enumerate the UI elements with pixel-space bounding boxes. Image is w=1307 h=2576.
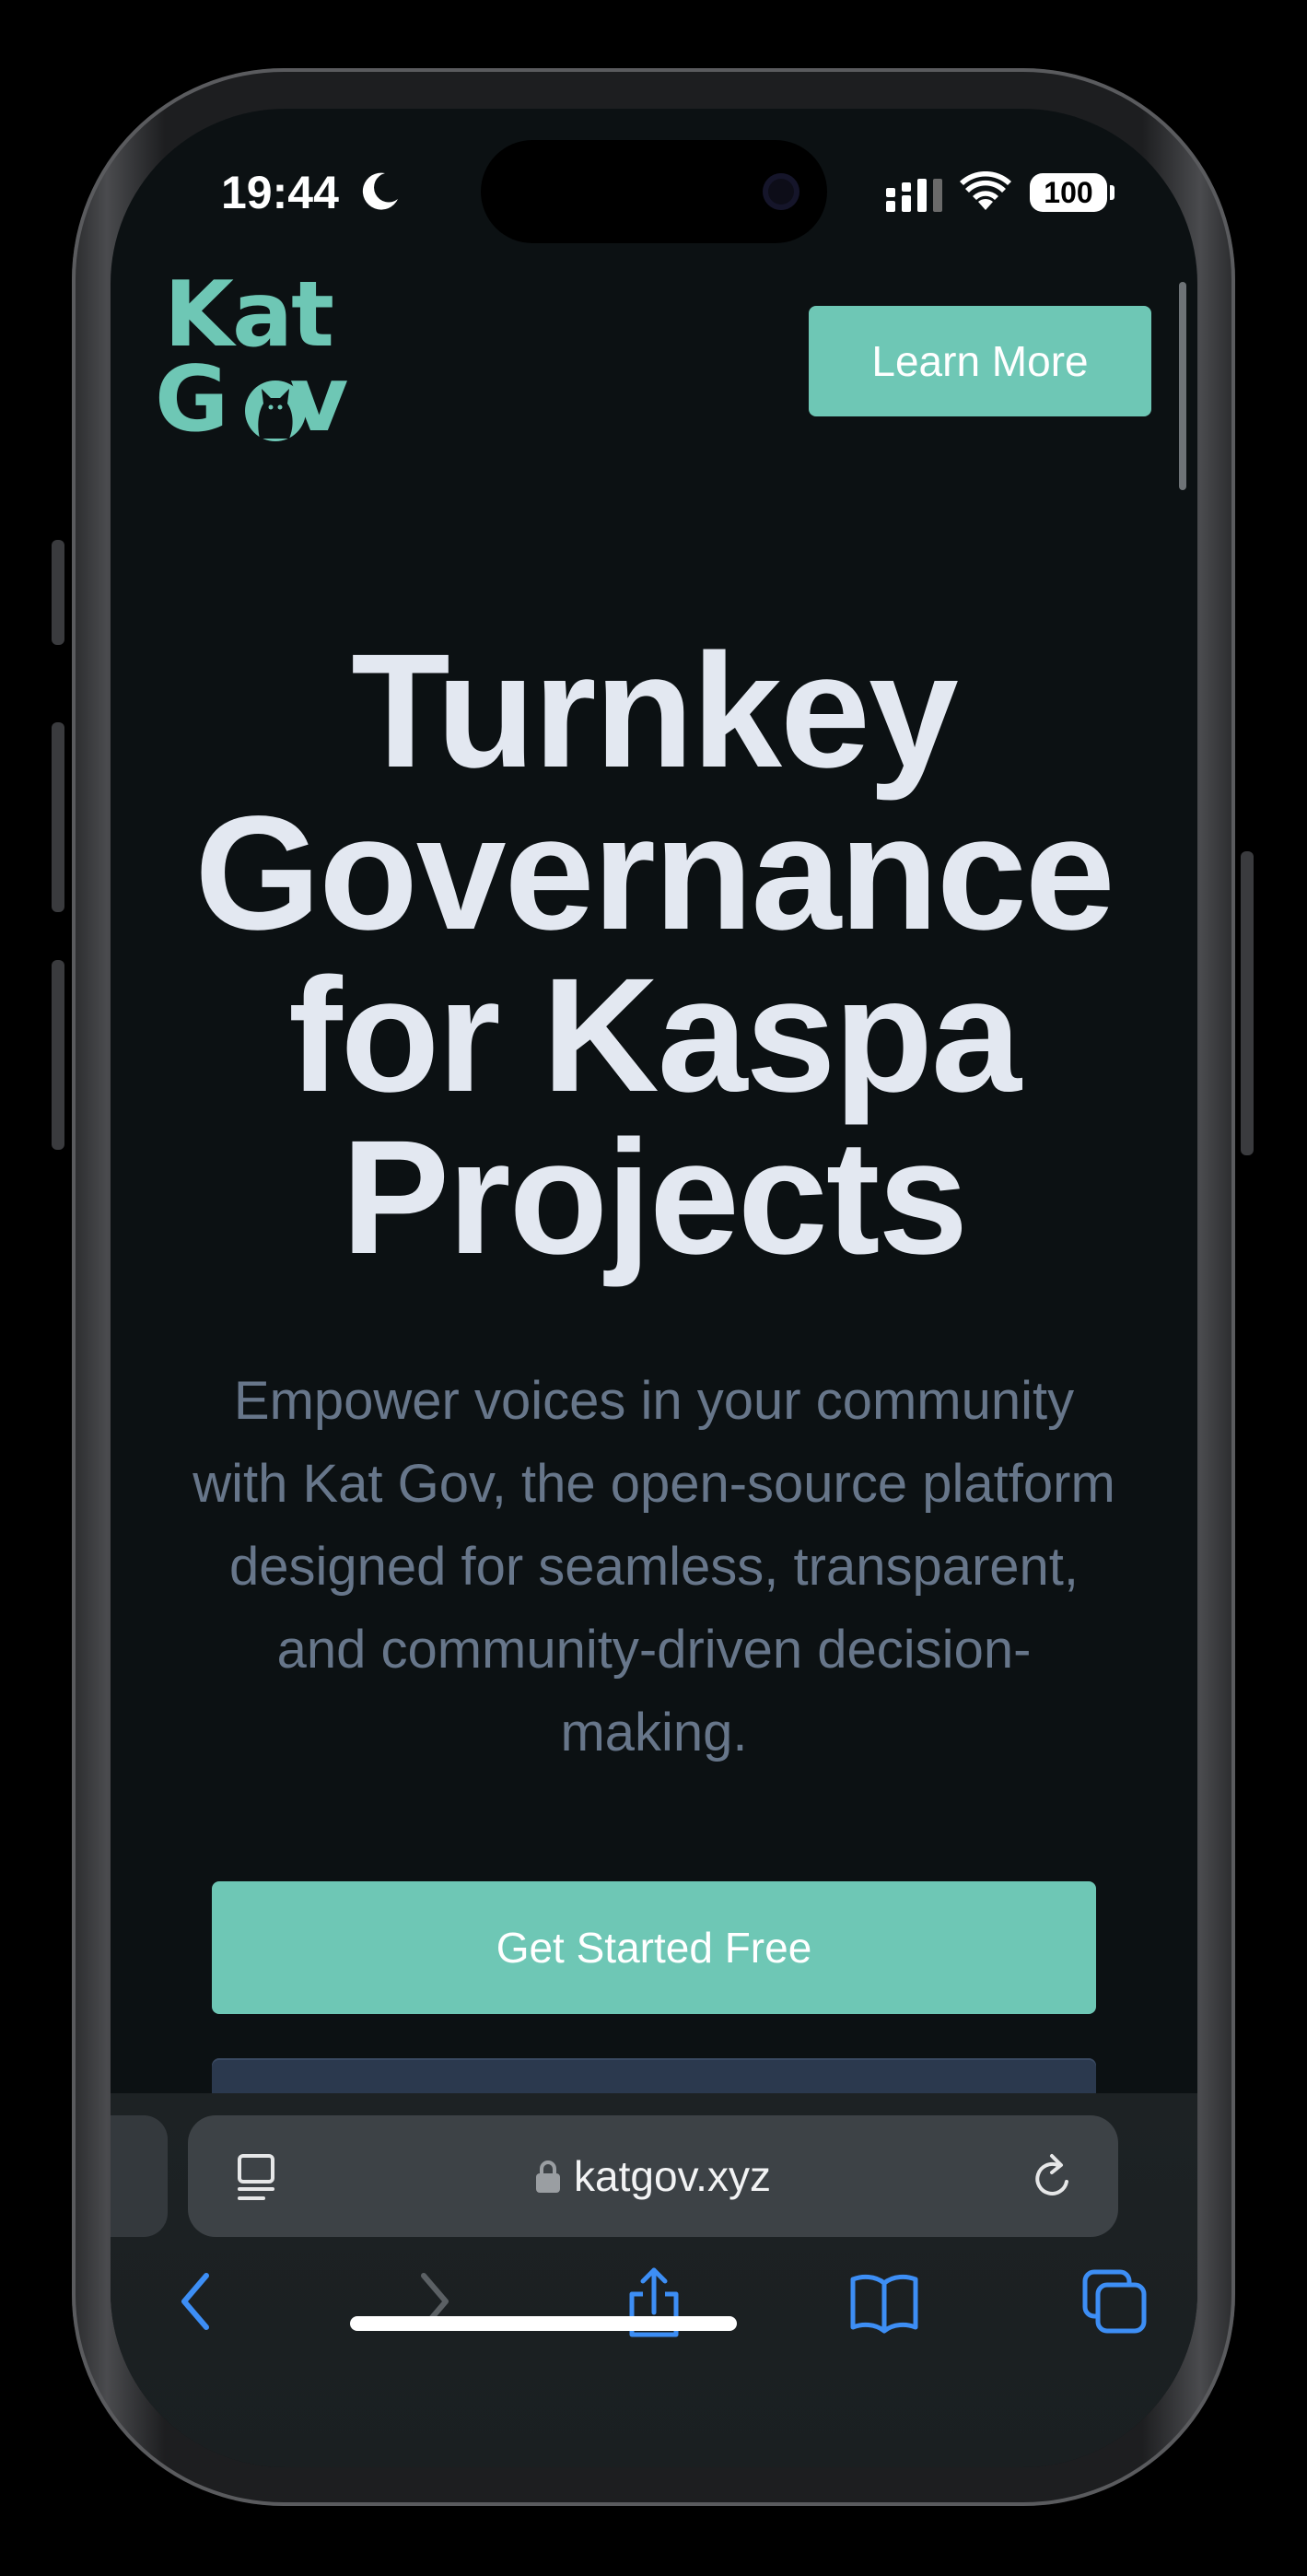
previous-tab-preview[interactable] [111, 2115, 168, 2237]
kat-gov-logo[interactable]: Kat Gv [155, 263, 348, 445]
volume-down-button [52, 960, 64, 1150]
safari-toolbar: katgov.xyz [111, 2093, 1197, 2467]
hero-title-line: for Kaspa [288, 945, 1021, 1126]
power-button [1241, 851, 1254, 1155]
subtitle-line: designed for seamless, transparent, [228, 1537, 1079, 1597]
url-display[interactable]: katgov.xyz [188, 2115, 1118, 2237]
lock-icon [536, 2160, 561, 2193]
logo-g: G [155, 347, 228, 452]
url-text: katgov.xyz [574, 2152, 771, 2200]
scrollbar-thumb[interactable] [1179, 282, 1186, 490]
wifi-icon [960, 171, 1011, 210]
hero-subtitle: Empower voices in your community with Ka… [147, 1360, 1161, 1774]
reload-icon[interactable] [1030, 2152, 1076, 2202]
moon-icon [362, 172, 398, 210]
back-icon[interactable] [171, 2266, 227, 2336]
dynamic-island [481, 140, 827, 243]
hero-title-line: Governance [194, 783, 1114, 964]
logo-line1: Kat [164, 263, 334, 368]
action-button [52, 540, 64, 645]
signal-icon [886, 179, 942, 212]
logo-line2: Gv [155, 355, 348, 445]
get-started-button[interactable]: Get Started Free [212, 1881, 1096, 2014]
hero-title: Turnkey Governance for Kaspa Projects [147, 630, 1161, 1279]
hero-title-line: Projects [341, 1107, 969, 1288]
tabs-icon[interactable] [1079, 2266, 1149, 2336]
hero-title-line: Turnkey [351, 621, 959, 802]
battery-indicator: 100 [1030, 173, 1114, 212]
status-time: 19:44 [221, 167, 339, 218]
address-bar[interactable]: katgov.xyz [188, 2115, 1118, 2237]
subtitle-line: making. [560, 1703, 748, 1762]
screen: 19:44 100 Kat Gv Learn More Turnkey Gove… [111, 109, 1197, 2467]
status-bar: 19:44 100 [111, 109, 1197, 265]
subtitle-line: Empower voices in your community [233, 1371, 1075, 1431]
subtitle-line: with Kat Gov, the open-source platform [193, 1454, 1115, 1514]
learn-more-button[interactable]: Learn More [809, 306, 1151, 416]
bookmarks-icon[interactable] [847, 2266, 921, 2336]
volume-up-button [52, 722, 64, 912]
cat-icon [245, 381, 306, 441]
subtitle-line: and community-driven decision- [276, 1620, 1032, 1680]
home-indicator[interactable] [350, 2316, 737, 2331]
